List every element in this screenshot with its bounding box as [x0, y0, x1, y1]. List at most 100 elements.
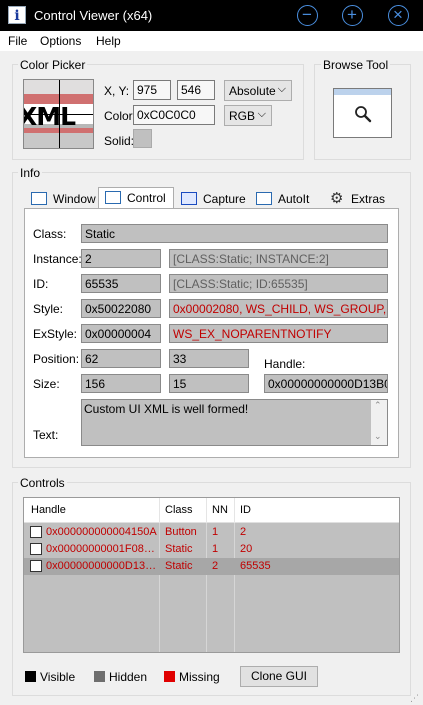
legend-visible-swatch	[25, 671, 36, 682]
tab-control-label: Control	[127, 191, 166, 205]
window-icon	[31, 192, 47, 205]
maximize-button[interactable]: +	[342, 5, 363, 26]
class-label: Class:	[33, 227, 67, 241]
solid-label: Solid:	[104, 134, 135, 148]
row-nn: 2	[212, 560, 219, 572]
tab-control[interactable]: Control	[98, 187, 174, 209]
menu-file[interactable]: File	[8, 34, 27, 48]
close-button[interactable]: ×	[388, 5, 409, 26]
magnifier-icon	[355, 106, 372, 123]
menu-options[interactable]: Options	[40, 34, 81, 48]
color-label: Color:	[104, 109, 137, 123]
info-group-label: Info	[18, 166, 43, 180]
scroll-up-icon[interactable]: ⌃	[374, 400, 382, 411]
color-format-value: RGB	[229, 109, 256, 123]
legend-hidden-swatch	[94, 671, 105, 682]
id-field[interactable]: 65535	[81, 274, 161, 293]
row-id: 2	[240, 526, 247, 538]
tab-autoit-label: AutoIt	[278, 192, 310, 206]
column-handle[interactable]: Handle	[31, 504, 66, 516]
position-x-field[interactable]: 62	[81, 349, 161, 368]
instance-field[interactable]: 2	[81, 249, 161, 268]
table-header: Handle Class NN ID	[24, 498, 399, 523]
row-id: 20	[240, 543, 253, 555]
chevron-down-icon: ⌵	[257, 108, 266, 120]
app-icon: i	[8, 6, 26, 24]
crosshair-horizontal	[24, 114, 93, 115]
chevron-down-icon: ⌵	[277, 83, 286, 95]
control-icon	[105, 191, 121, 204]
browse-tool-button[interactable]	[333, 88, 392, 138]
instance-advanced-field[interactable]: [CLASS:Static; INSTANCE:2]	[169, 249, 388, 268]
coord-mode-select[interactable]: Absolute ⌵	[224, 80, 292, 101]
row-handle: 0x000000000004150A	[46, 526, 157, 538]
color-value-field[interactable]: 0xC0C0C0	[133, 105, 215, 125]
tab-autoit[interactable]: AutoIt	[250, 189, 322, 209]
legend-hidden-label: Hidden	[109, 670, 148, 684]
text-field-scrollbar[interactable]: ⌃ ⌄	[371, 400, 387, 445]
text-field-value: Custom UI XML is well formed!	[84, 402, 249, 416]
row-handle: 0x00000000000D13B0	[46, 560, 158, 572]
exstyle-flags-field[interactable]: WS_EX_NOPARENTNOTIFY	[169, 324, 388, 343]
row-checkbox[interactable]	[30, 526, 42, 538]
menu-bar: File Options Help	[0, 31, 423, 51]
style-flags-field[interactable]: 0x00002080, WS_CHILD, WS_GROUP, WS	[169, 299, 388, 318]
size-width-field[interactable]: 156	[81, 374, 161, 393]
text-field[interactable]: Custom UI XML is well formed! ⌃ ⌄	[81, 399, 388, 446]
title-bar[interactable]: i Control Viewer (x64) − + ×	[0, 0, 423, 31]
browse-tool-group-label: Browse Tool	[321, 58, 391, 72]
x-field[interactable]: 975	[133, 80, 171, 100]
preview-xml-text: XML	[23, 102, 76, 131]
capture-icon	[181, 192, 197, 205]
tab-extras[interactable]: ⚙ Extras	[323, 189, 396, 209]
color-picker-preview[interactable]: XML	[23, 79, 94, 149]
class-field[interactable]: Static	[81, 224, 388, 243]
handle-label: Handle:	[264, 357, 306, 371]
id-advanced-field[interactable]: [CLASS:Static; ID:65535]	[169, 274, 388, 293]
text-label: Text:	[33, 428, 59, 442]
exstyle-label: ExStyle:	[33, 327, 78, 341]
size-label: Size:	[33, 377, 60, 391]
position-y-field[interactable]: 33	[169, 349, 249, 368]
resize-grip-icon[interactable]: ⋰	[410, 693, 419, 704]
tab-capture[interactable]: Capture	[175, 189, 249, 209]
table-row-selected[interactable]: 0x00000000000D13B0 Static 2 65535	[24, 558, 399, 575]
gear-icon: ⚙	[330, 190, 344, 207]
column-id[interactable]: ID	[240, 504, 251, 516]
clone-gui-button[interactable]: Clone GUI	[240, 666, 318, 687]
scroll-down-icon[interactable]: ⌄	[374, 431, 382, 442]
minimize-button[interactable]: −	[297, 5, 318, 26]
size-height-field[interactable]: 15	[169, 374, 249, 393]
color-format-select[interactable]: RGB ⌵	[224, 105, 272, 126]
style-field[interactable]: 0x50022080	[81, 299, 161, 318]
handle-field[interactable]: 0x00000000000D13B0	[264, 374, 388, 393]
xy-label: X, Y:	[104, 84, 130, 98]
column-nn[interactable]: NN	[212, 504, 228, 516]
row-checkbox[interactable]	[30, 560, 42, 572]
close-icon: ×	[393, 5, 403, 24]
legend-visible-label: Visible	[40, 670, 76, 684]
color-picker-group-label: Color Picker	[18, 58, 88, 72]
table-row[interactable]: 0x00000000001F08CC Static 1 20	[24, 541, 399, 558]
controls-table[interactable]: Handle Class NN ID 0x000000000004150A Bu…	[23, 497, 400, 653]
row-nn: 1	[212, 543, 219, 555]
row-class: Button	[165, 526, 197, 538]
exstyle-field[interactable]: 0x00000004	[81, 324, 161, 343]
menu-help[interactable]: Help	[96, 34, 121, 48]
id-label: ID:	[33, 277, 49, 291]
tab-window[interactable]: Window	[25, 189, 97, 209]
tab-window-label: Window	[53, 192, 96, 206]
legend-missing-swatch	[164, 671, 175, 682]
column-class[interactable]: Class	[165, 504, 193, 516]
position-label: Position:	[33, 352, 80, 366]
table-row[interactable]: 0x000000000004150A Button 1 2	[24, 524, 399, 541]
y-field[interactable]: 546	[177, 80, 215, 100]
minimize-icon: −	[302, 5, 312, 24]
solid-color-swatch	[133, 129, 152, 148]
row-class: Static	[165, 560, 193, 572]
controls-group-label: Controls	[18, 476, 67, 490]
autoit-icon	[256, 192, 272, 205]
row-checkbox[interactable]	[30, 543, 42, 555]
row-id: 65535	[240, 560, 271, 572]
instance-label: Instance:	[33, 252, 82, 266]
